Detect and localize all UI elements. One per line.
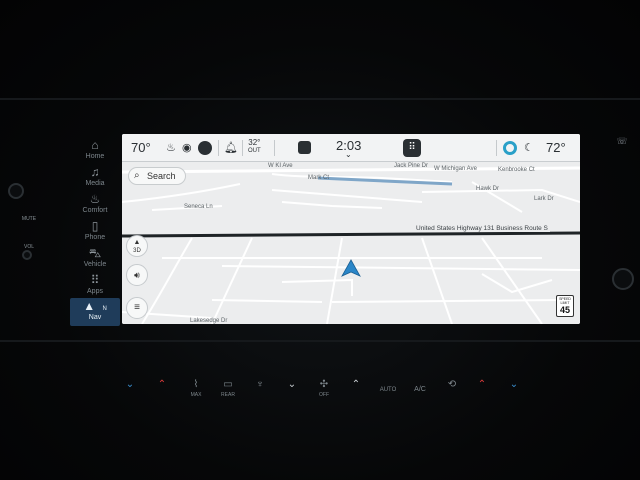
street-label: Lakesedge Dr (190, 318, 228, 324)
apps-grid-icon: ⠿ (90, 273, 100, 287)
nav-item-apps[interactable]: ⠿ Apps (70, 272, 120, 300)
seat-comfort-icon: ♨ (89, 192, 101, 206)
street-label: Lark Dr (534, 196, 554, 202)
outside-temperature: 32° OUT (248, 138, 261, 154)
speed-limit-sign: SPEED LIMIT 45 (556, 295, 574, 317)
app-grid-icon[interactable]: ⠿ (403, 139, 421, 157)
driver-temperature[interactable]: 70° (131, 134, 151, 162)
nav-item-label: Phone (84, 234, 106, 241)
nav-item-vehicle[interactable]: ⛍ Vehicle (70, 245, 120, 273)
compass-heading: N (102, 306, 107, 312)
compass-arrow-icon: ▲ (133, 239, 141, 246)
chevron-up-icon: ⌃ (351, 379, 361, 390)
nav-item-home[interactable]: ⌂ Home (70, 137, 120, 165)
nav-item-label: Home (85, 153, 105, 160)
menu-icon: ≡ (134, 302, 140, 313)
nav-item-label: Apps (87, 288, 103, 295)
divider (242, 140, 243, 156)
street-label: Seneca Ln (184, 204, 213, 210)
phone-icon[interactable]: ☏ (616, 136, 628, 147)
nav-item-nav[interactable]: ▲ N Nav (70, 298, 120, 326)
fan-off-button[interactable]: ✣ OFF (312, 378, 336, 408)
music-note-icon: ♫ (90, 165, 100, 179)
infotainment-screen: 70° ♨ ◉ 🔔︎ 32° OUT 2:03 ⌄ ⠿ ☾ 72° ⌕ Sear… (122, 134, 580, 324)
map-menu-button[interactable]: ≡ (126, 297, 148, 319)
notifications-bell-icon[interactable]: 🔔︎ (224, 134, 238, 162)
vol-label: VOL (23, 244, 34, 250)
chevron-up-icon: ⌃ (477, 379, 487, 390)
chevron-up-icon: ⌃ (157, 379, 167, 390)
bezel-line-bottom (0, 340, 640, 342)
passenger-temp-down-button[interactable]: ⌄ (504, 378, 524, 408)
bezel-line-top (0, 98, 640, 100)
nav-item-label: Vehicle (83, 261, 107, 268)
chevron-down-icon: ⌄ (509, 379, 519, 390)
nav-item-label: Comfort (82, 207, 108, 214)
mute-label: MUTE (21, 216, 37, 222)
divider (218, 140, 219, 156)
driver-temp-down-button[interactable]: ⌄ (120, 378, 140, 408)
auto-button[interactable]: AUTO (376, 378, 400, 408)
fan-down-button[interactable]: ⌄ (280, 378, 304, 408)
chevron-down-icon[interactable]: ⌄ (345, 150, 352, 160)
fan-icon: ✣ (319, 379, 329, 390)
nav-item-label: Nav (88, 314, 102, 321)
phone-icon: ▯ (91, 219, 99, 233)
radio-knob[interactable] (8, 183, 24, 199)
heated-wheel-icon[interactable]: ◉ (182, 134, 192, 162)
camera-icon[interactable] (298, 141, 311, 154)
chevron-down-icon: ⌄ (287, 379, 297, 390)
divider (496, 140, 497, 156)
search-button[interactable]: ⌕ Search (128, 167, 186, 185)
driver-temp-up-button[interactable]: ⌃ (152, 378, 172, 408)
voice-assistant-icon[interactable] (503, 141, 517, 155)
divider (274, 140, 275, 156)
heated-seat-icon[interactable]: ♨ (166, 134, 176, 162)
passenger-temp-up-button[interactable]: ⌃ (472, 378, 492, 408)
nav-item-phone[interactable]: ▯ Phone (70, 218, 120, 246)
recirculation-icon: ⟲ (447, 379, 457, 390)
route-label: United States Highway 131 Business Route… (414, 225, 550, 232)
ac-button[interactable]: A/C (408, 378, 432, 408)
recirculation-button[interactable]: ⟲ (440, 378, 464, 408)
fan-up-button[interactable]: ⌃ (344, 378, 368, 408)
nav-item-label: Media (85, 180, 105, 187)
rear-defrost-icon: ▭ (223, 379, 233, 390)
passenger-temperature[interactable]: 72° (546, 134, 566, 162)
home-icon: ⌂ (91, 138, 99, 152)
search-icon: ⌕ (134, 170, 140, 181)
side-navigation: ⌂ Home ♫ Media ♨ Comfort ▯ Phone ⛍ Vehic… (70, 134, 120, 326)
steering-wheel-heat-icon[interactable]: ☾ (524, 134, 534, 162)
street-label: W KI Ave (268, 163, 293, 169)
chevron-down-icon: ⌄ (125, 379, 135, 390)
air-direction-icon: ♆ (256, 379, 264, 390)
tune-knob[interactable] (612, 268, 634, 290)
nav-item-comfort[interactable]: ♨ Comfort (70, 191, 120, 219)
driver-profile-icon[interactable] (198, 141, 212, 155)
street-label: Hawk Dr (476, 186, 500, 192)
power-volume-knob[interactable] (22, 250, 32, 260)
climate-control-bar: ⌄ ⌃ ⌇ MAX ▭ REAR ♆ ⌄ ✣ OFF ⌃ AUTO A/C ⟲ … (110, 378, 530, 408)
status-bar: 70° ♨ ◉ 🔔︎ 32° OUT 2:03 ⌄ ⠿ ☾ 72° (122, 134, 580, 162)
speed-limit-value: 45 (559, 305, 570, 315)
voice-guidance-button[interactable]: 🔊︎ (126, 264, 148, 286)
air-direction-button[interactable]: ♆ (248, 378, 272, 408)
view-mode-button[interactable]: ▲ 3D (126, 235, 148, 257)
search-label: Search (147, 171, 176, 181)
street-label: Jack Pine Dr (394, 163, 429, 169)
defrost-icon: ⌇ (193, 379, 199, 390)
map-roads (122, 166, 580, 324)
car-icon: ⛍ (88, 246, 102, 260)
nav-item-media[interactable]: ♫ Media (70, 164, 120, 192)
street-label: Kenbrooke Ct (498, 167, 535, 173)
street-label: W Michigan Ave (434, 166, 477, 172)
navigation-arrow-icon: ▲ N (83, 299, 107, 313)
speaker-icon: 🔊︎ (134, 270, 140, 280)
rear-defrost-button[interactable]: ▭ REAR (216, 378, 240, 408)
street-label: Mark Ct (308, 175, 329, 181)
max-defrost-button[interactable]: ⌇ MAX (184, 378, 208, 408)
navigation-map[interactable] (122, 162, 580, 324)
